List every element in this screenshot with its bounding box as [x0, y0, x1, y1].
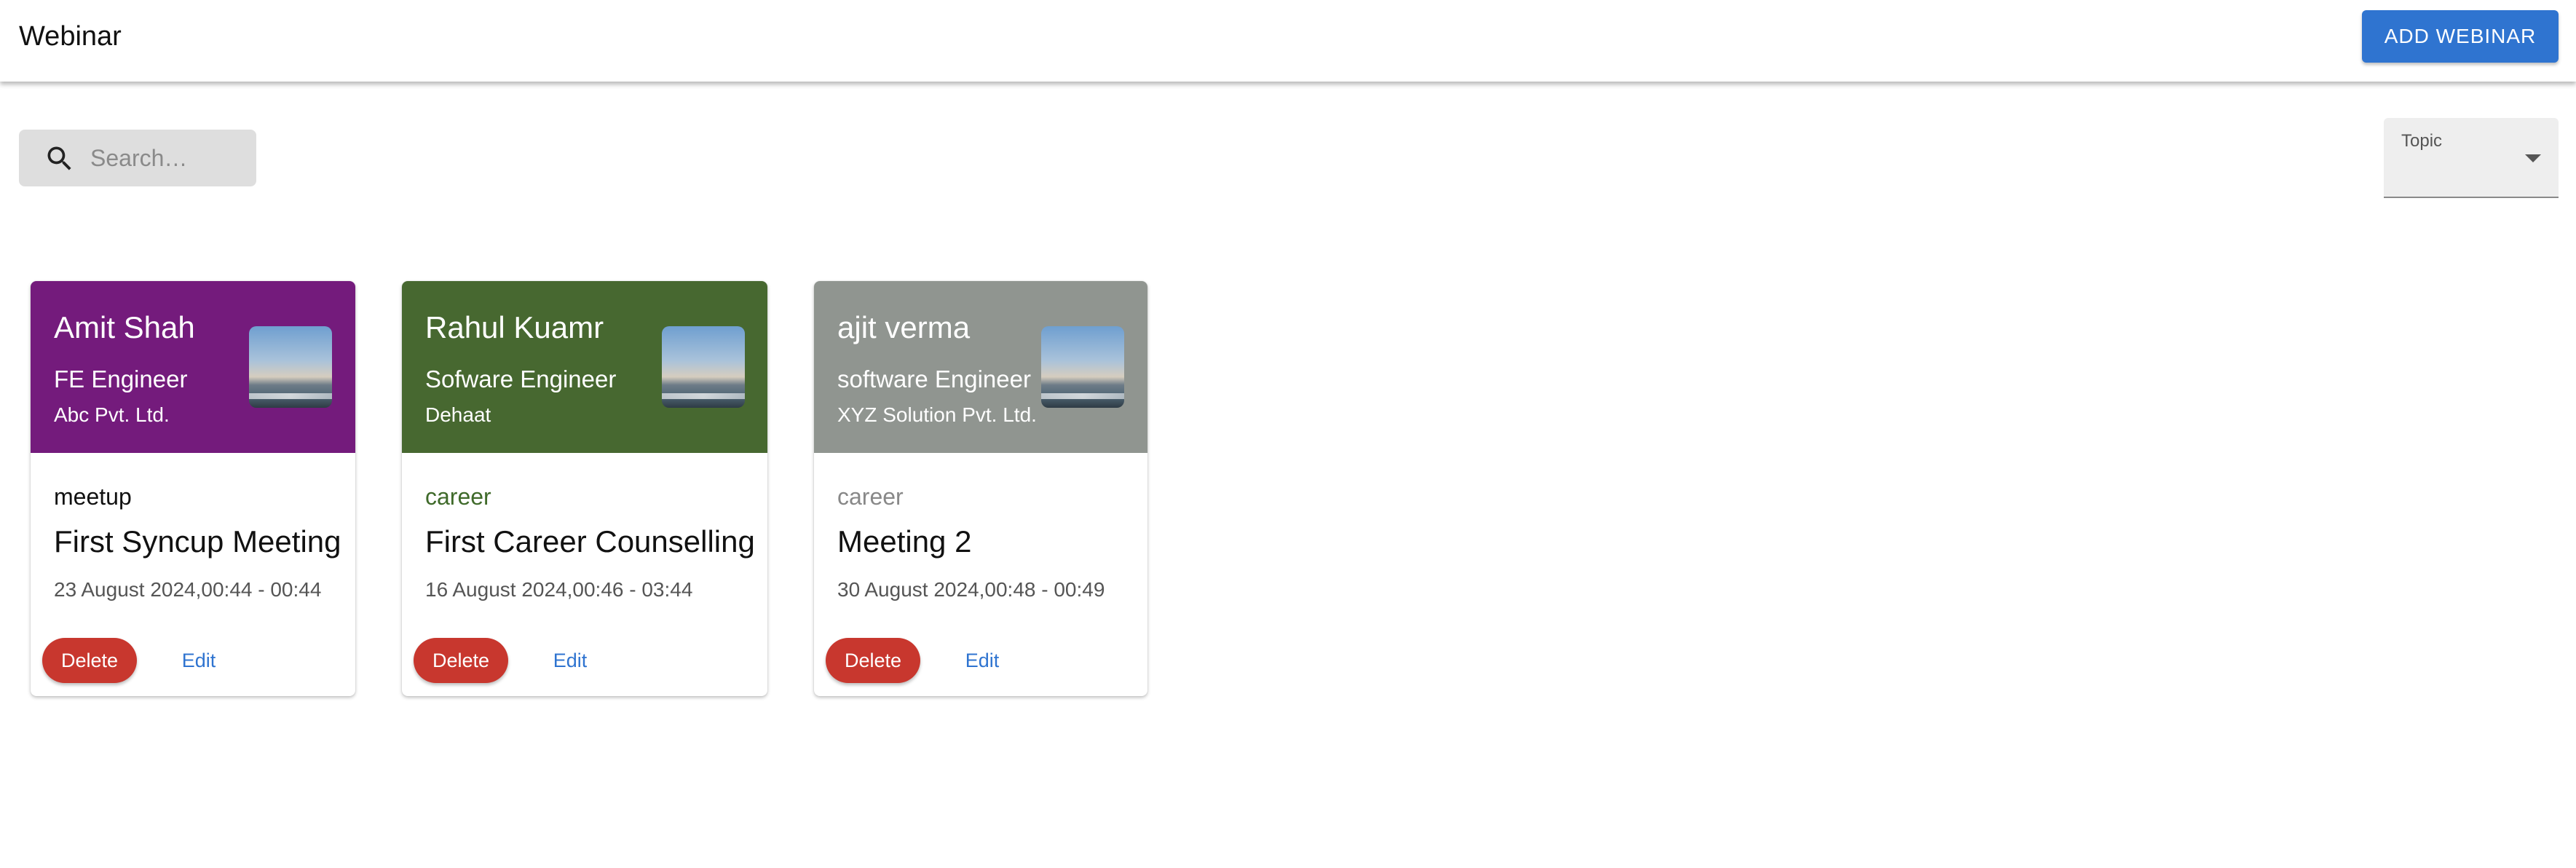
topic-select[interactable]: Topic: [2384, 118, 2559, 198]
caret-down-icon: [2525, 154, 2541, 162]
webinar-date: 30 August 2024,00:48 - 00:49: [837, 578, 1105, 601]
webinar-topic: meetup: [54, 484, 132, 510]
speaker-photo: [662, 326, 745, 408]
page-title: Webinar: [19, 21, 122, 52]
edit-button[interactable]: Edit: [949, 638, 1015, 683]
webinar-title: First Career Counselling: [425, 524, 755, 559]
speaker-role: software Engineer: [837, 366, 1031, 392]
speaker-role: FE Engineer: [54, 366, 188, 392]
topic-label: Topic: [2401, 131, 2443, 151]
speaker-company: XYZ Solution Pvt. Ltd.: [837, 403, 1037, 426]
webinar-card: ajit verma software Engineer XYZ Solutio…: [814, 281, 1147, 696]
edit-button[interactable]: Edit: [537, 638, 603, 683]
app-bar: Webinar ADD WEBINAR: [0, 0, 2576, 82]
webinar-topic: career: [425, 484, 491, 510]
card-header: Amit Shah FE Engineer Abc Pvt. Ltd.: [31, 281, 355, 453]
speaker-company: Abc Pvt. Ltd.: [54, 403, 170, 426]
speaker-photo: [249, 326, 332, 408]
card-header: ajit verma software Engineer XYZ Solutio…: [814, 281, 1147, 453]
search-box[interactable]: [19, 130, 256, 186]
search-icon: [47, 146, 71, 170]
webinar-title: Meeting 2: [837, 524, 972, 559]
edit-button[interactable]: Edit: [166, 638, 232, 683]
webinar-date: 23 August 2024,00:44 - 00:44: [54, 578, 322, 601]
webinar-date: 16 August 2024,00:46 - 03:44: [425, 578, 693, 601]
delete-button[interactable]: Delete: [826, 638, 920, 683]
speaker-name: Rahul Kuamr: [425, 310, 604, 344]
webinar-card: Amit Shah FE Engineer Abc Pvt. Ltd. meet…: [31, 281, 355, 696]
delete-button[interactable]: Delete: [414, 638, 508, 683]
speaker-company: Dehaat: [425, 403, 491, 426]
delete-button[interactable]: Delete: [42, 638, 137, 683]
add-webinar-button[interactable]: ADD WEBINAR: [2362, 10, 2559, 63]
webinar-title: First Syncup Meeting: [54, 524, 341, 559]
speaker-role: Sofware Engineer: [425, 366, 617, 392]
card-header: Rahul Kuamr Sofware Engineer Dehaat: [402, 281, 767, 453]
speaker-photo: [1041, 326, 1124, 408]
speaker-name: Amit Shah: [54, 310, 195, 344]
webinar-card: Rahul Kuamr Sofware Engineer Dehaat care…: [402, 281, 767, 696]
speaker-name: ajit verma: [837, 310, 971, 344]
webinar-topic: career: [837, 484, 904, 510]
search-input[interactable]: [89, 140, 242, 176]
